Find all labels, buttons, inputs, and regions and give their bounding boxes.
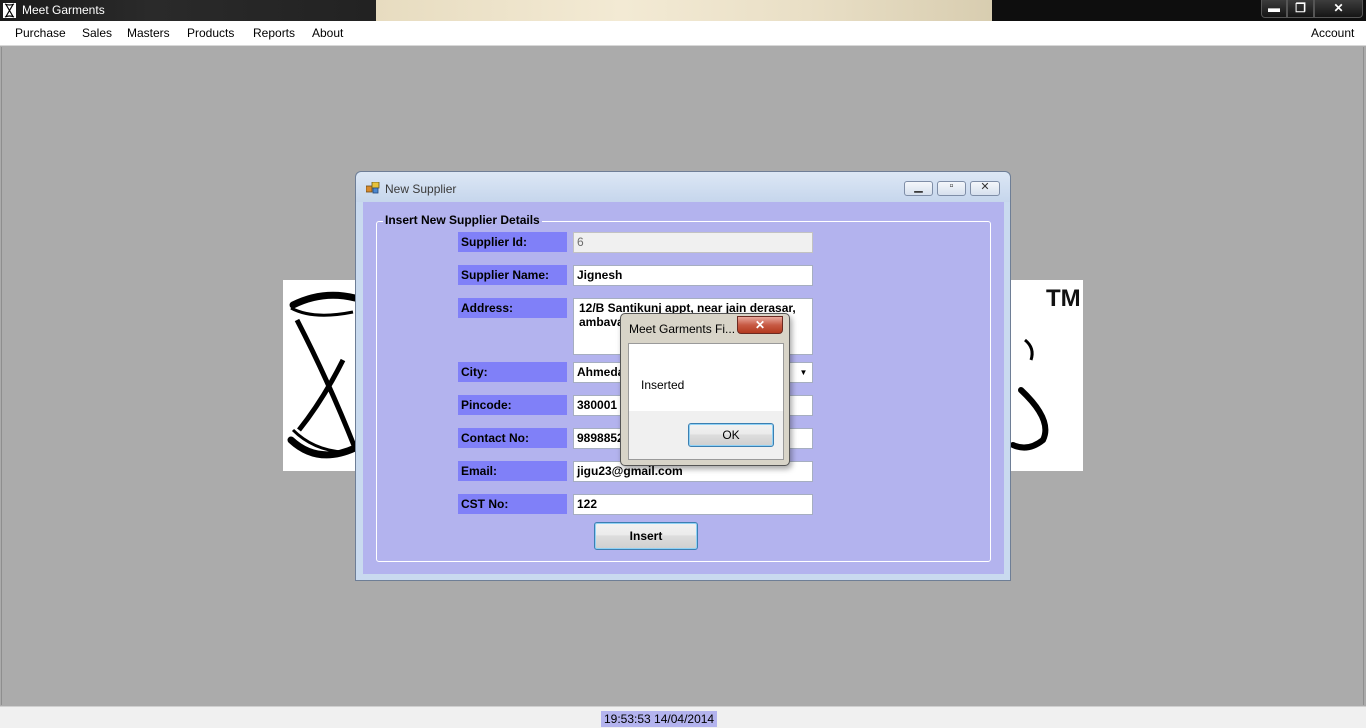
close-icon: ✕ [754, 318, 766, 332]
message-dialog-close-button[interactable]: ✕ [737, 316, 783, 334]
message-text: Inserted [641, 378, 685, 392]
form-maximize-button[interactable]: ▫ [937, 180, 966, 196]
close-button[interactable]: ✕ [1314, 0, 1363, 18]
form-close-button[interactable]: ✕ [970, 181, 1000, 196]
supplier-id-field: 6 [573, 232, 813, 253]
statusbar: 19:53:53 14/04/2014 [0, 706, 1366, 728]
supplier-name-label: Supplier Name: [458, 265, 567, 285]
insert-button[interactable]: Insert [594, 522, 698, 550]
menubar: Purchase Sales Masters Products Reports … [0, 21, 1366, 46]
contact-no-label: Contact No: [458, 428, 567, 448]
new-supplier-titlebar[interactable]: New Supplier ▁ ▫ ✕ [356, 172, 1010, 202]
close-icon: ✕ [1333, 1, 1344, 15]
chevron-down-icon[interactable]: ▼ [795, 363, 812, 382]
city-label: City: [458, 362, 567, 382]
app-titlebar[interactable]: Meet Garments ▬ ❐ ✕ [0, 0, 1366, 21]
cst-no-field[interactable]: 122 [573, 494, 813, 515]
maximize-icon: ▫ [949, 180, 954, 192]
minimize-icon: ▁ [914, 181, 923, 193]
pincode-label: Pincode: [458, 395, 567, 415]
logo-trademark: TM [1046, 285, 1081, 312]
supplier-name-field[interactable]: Jignesh [573, 265, 813, 286]
status-clock: 19:53:53 14/04/2014 [601, 711, 718, 727]
restore-button[interactable]: ❐ [1287, 0, 1314, 18]
address-label: Address: [458, 298, 567, 318]
menu-products[interactable]: Products [187, 26, 234, 40]
menu-reports[interactable]: Reports [253, 26, 295, 40]
menu-account[interactable]: Account [1311, 26, 1354, 40]
restore-icon: ❐ [1295, 1, 1306, 15]
menu-purchase[interactable]: Purchase [15, 26, 66, 40]
message-dialog-title: Meet Garments Fi... [629, 322, 736, 336]
supplier-id-label: Supplier Id: [458, 232, 567, 252]
form-title: New Supplier [385, 182, 457, 196]
minimize-icon: ▬ [1268, 1, 1280, 15]
menu-masters[interactable]: Masters [127, 26, 170, 40]
email-label: Email: [458, 461, 567, 481]
message-dialog-body: Inserted OK [628, 343, 784, 460]
message-dialog: Meet Garments Fi... ✕ Inserted OK [620, 313, 790, 466]
menu-sales[interactable]: Sales [82, 26, 112, 40]
groupbox-title: Insert New Supplier Details [383, 213, 542, 227]
minimize-button[interactable]: ▬ [1261, 0, 1287, 18]
message-dialog-footer: OK [629, 411, 783, 459]
app-title: Meet Garments [22, 3, 105, 17]
app-logo-icon [3, 3, 16, 18]
cst-no-label: CST No: [458, 494, 567, 514]
ok-button[interactable]: OK [688, 423, 774, 447]
titlebar-background-image [376, 0, 992, 21]
menu-about[interactable]: About [312, 26, 343, 40]
form-app-icon [366, 182, 380, 194]
close-icon: ✕ [980, 181, 990, 193]
form-minimize-button[interactable]: ▁ [904, 181, 933, 196]
